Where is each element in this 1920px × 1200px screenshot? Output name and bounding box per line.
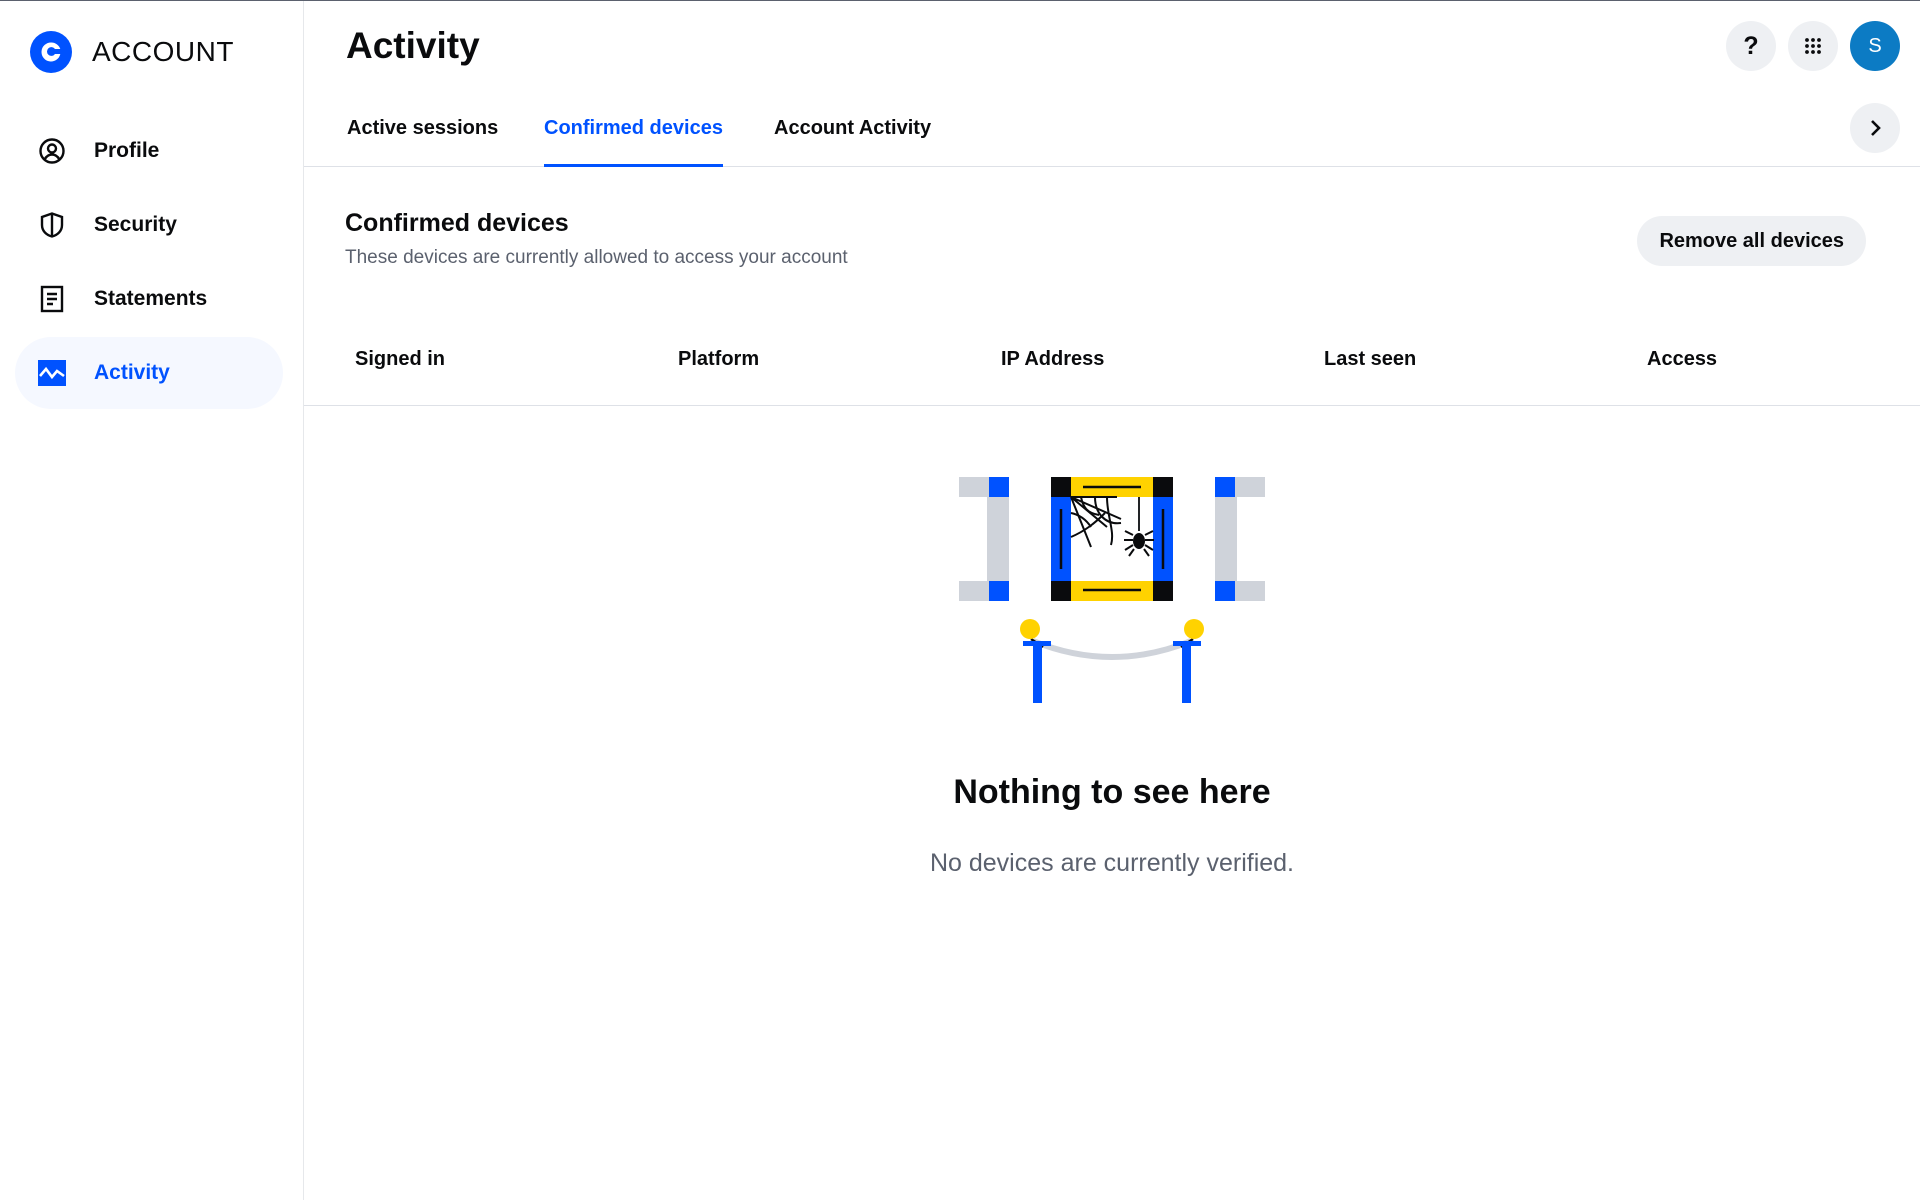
apps-button[interactable] bbox=[1788, 21, 1838, 71]
tab-bar: Active sessions Confirmed devices Accoun… bbox=[304, 101, 1920, 167]
column-header-signed-in: Signed in bbox=[355, 348, 445, 370]
tab-active-sessions[interactable]: Active sessions bbox=[347, 117, 498, 167]
column-header-ip-address: IP Address bbox=[1001, 348, 1105, 370]
remove-all-devices-button[interactable]: Remove all devices bbox=[1637, 216, 1866, 266]
sidebar-item-statements[interactable]: Statements bbox=[15, 263, 283, 335]
chevron-right-icon bbox=[1871, 120, 1881, 136]
empty-state-message: No devices are currently verified. bbox=[929, 849, 1295, 877]
help-icon: ? bbox=[1743, 31, 1759, 60]
tab-account-activity[interactable]: Account Activity bbox=[774, 117, 931, 167]
brand-name: ACCOUNT bbox=[92, 36, 234, 67]
shield-icon bbox=[37, 210, 67, 240]
tab-confirmed-devices[interactable]: Confirmed devices bbox=[544, 117, 723, 167]
column-header-last-seen: Last seen bbox=[1324, 348, 1417, 370]
section-subtitle: These devices are currently allowed to a… bbox=[345, 247, 848, 268]
user-circle-icon bbox=[37, 136, 67, 166]
sidebar: ACCOUNT Profile Security Statements Acti… bbox=[0, 1, 304, 1200]
avatar[interactable]: S bbox=[1850, 21, 1900, 71]
section-title: Confirmed devices bbox=[345, 209, 569, 237]
column-header-access: Access bbox=[1647, 348, 1718, 370]
tabs-scroll-next-button[interactable] bbox=[1850, 103, 1900, 153]
sidebar-item-label: Statements bbox=[94, 287, 208, 310]
devices-table-header: Signed in Platform IP Address Last seen … bbox=[304, 331, 1920, 406]
sidebar-item-label: Security bbox=[94, 213, 177, 236]
empty-state-title: Nothing to see here bbox=[953, 773, 1271, 811]
sidebar-item-profile[interactable]: Profile bbox=[15, 115, 283, 187]
coinbase-logo-icon bbox=[30, 31, 72, 73]
app-grid-icon bbox=[1805, 38, 1821, 54]
help-button[interactable]: ? bbox=[1726, 21, 1776, 71]
top-actions: ? S bbox=[1726, 21, 1900, 71]
column-header-platform: Platform bbox=[678, 348, 760, 370]
sidebar-item-label: Profile bbox=[94, 139, 160, 162]
sidebar-item-security[interactable]: Security bbox=[15, 189, 283, 261]
page-title: Activity bbox=[346, 25, 480, 66]
sidebar-nav: Profile Security Statements Activity bbox=[15, 115, 283, 411]
brand[interactable]: ACCOUNT bbox=[30, 31, 234, 73]
sidebar-item-activity[interactable]: Activity bbox=[15, 337, 283, 409]
empty-gallery-spiderweb-illustration bbox=[959, 477, 1265, 703]
activity-chart-icon bbox=[37, 358, 67, 388]
document-icon bbox=[37, 284, 67, 314]
sidebar-item-label: Activity bbox=[94, 361, 170, 384]
